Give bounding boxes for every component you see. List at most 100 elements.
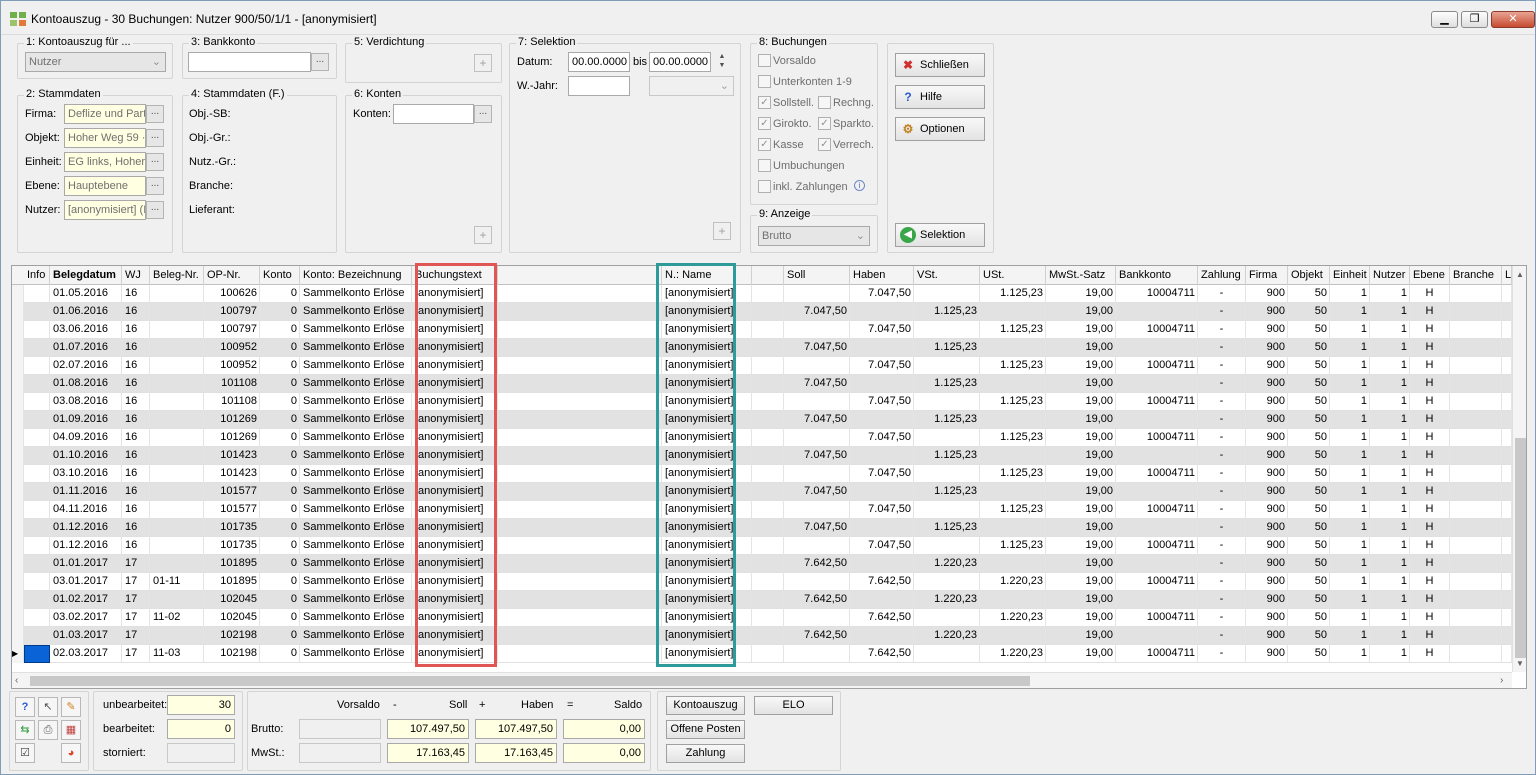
column-header[interactable] <box>498 266 662 285</box>
bankkonto-browse-button[interactable]: ... <box>311 53 329 71</box>
info-icon[interactable]: i <box>854 180 865 191</box>
row-selector[interactable] <box>12 627 24 645</box>
row-selector[interactable] <box>12 411 24 429</box>
vorsaldo-checkbox[interactable] <box>758 54 771 67</box>
row-selector[interactable] <box>12 285 24 303</box>
row-selector[interactable] <box>12 303 24 321</box>
column-header[interactable]: OP-Nr. <box>204 266 260 285</box>
printer-icon[interactable]: ⎙ <box>38 720 58 740</box>
ebene-browse-button[interactable]: ... <box>146 177 164 195</box>
row-selector[interactable] <box>12 429 24 447</box>
table-row[interactable]: ▶ 02.03.2017 17 11-03 102198 0 Sammelkonto Erl… <box>12 645 1512 663</box>
column-header[interactable]: Bankkonto <box>1116 266 1198 285</box>
table-row[interactable]: 01.12.2016 16 101735 0 Sammelkonto Erlöse [an… <box>12 519 1512 537</box>
column-header[interactable]: L <box>1502 266 1512 285</box>
help-icon[interactable]: ? <box>15 697 35 717</box>
column-header[interactable]: MwSt.-Satz <box>1046 266 1116 285</box>
inkl-zahlungen-checkbox[interactable] <box>758 180 771 193</box>
column-header[interactable]: USt. <box>980 266 1046 285</box>
konten-browse-button[interactable]: ... <box>474 105 492 123</box>
row-selector[interactable] <box>12 591 24 609</box>
table-row[interactable]: 03.02.2017 17 11-02 102045 0 Sammelkonto Erlö… <box>12 609 1512 627</box>
table-row[interactable]: 04.09.2016 16 101269 0 Sammelkonto Erlöse [an… <box>12 429 1512 447</box>
kontoauszug-fuer-select[interactable]: Nutzer ⌄ <box>25 52 166 72</box>
row-selector[interactable] <box>12 501 24 519</box>
scroll-up-icon[interactable]: ▲ <box>1516 270 1524 279</box>
rechng-checkbox[interactable] <box>818 96 831 109</box>
schliessen-button[interactable]: ✖ Schließen <box>895 53 985 77</box>
table-row[interactable]: 02.07.2016 16 100952 0 Sammelkonto Erlöse [an… <box>12 357 1512 375</box>
row-selector[interactable] <box>12 393 24 411</box>
pointer-icon[interactable]: ↖ <box>38 697 58 717</box>
scroll-down-icon[interactable]: ▼ <box>1516 659 1524 668</box>
table-row[interactable]: 03.01.2017 17 01-11 101895 0 Sammelkonto Erlö… <box>12 573 1512 591</box>
table-row[interactable]: 01.10.2016 16 101423 0 Sammelkonto Erlöse [an… <box>12 447 1512 465</box>
close-button[interactable]: ✕ <box>1491 11 1535 28</box>
column-header[interactable]: Einheit <box>1330 266 1370 285</box>
minimize-button[interactable]: ▁ <box>1431 11 1458 28</box>
scroll-thumb[interactable] <box>30 676 1030 686</box>
objekt-browse-button[interactable]: ... <box>146 129 164 147</box>
scroll-right-icon[interactable]: › <box>1500 675 1503 686</box>
table-row[interactable]: 01.05.2016 16 100626 0 Sammelkonto Erlöse [an… <box>12 285 1512 303</box>
table-row[interactable]: 01.06.2016 16 100797 0 Sammelkonto Erlöse [an… <box>12 303 1512 321</box>
elo-button[interactable]: ELO <box>754 696 833 715</box>
column-header[interactable]: Ebene <box>1410 266 1450 285</box>
table-row[interactable]: 01.03.2017 17 102198 0 Sammelkonto Erlöse [an… <box>12 627 1512 645</box>
umbuchungen-checkbox[interactable] <box>758 159 771 172</box>
kasse-checkbox[interactable]: ✓ <box>758 138 771 151</box>
row-selector[interactable] <box>12 483 24 501</box>
unterkonten-checkbox[interactable] <box>758 75 771 88</box>
verrech-checkbox[interactable]: ✓ <box>818 138 831 151</box>
optionen-button[interactable]: ⚙ Optionen <box>895 117 985 141</box>
table-row[interactable]: 03.10.2016 16 101423 0 Sammelkonto Erlöse [an… <box>12 465 1512 483</box>
offene-posten-button[interactable]: Offene Posten <box>666 720 745 739</box>
column-header[interactable]: WJ <box>122 266 150 285</box>
bookings-grid[interactable]: Info Belegdatum WJ Beleg-Nr. OP-Nr. Konto Kont… <box>11 265 1527 689</box>
scroll-left-icon[interactable]: ‹ <box>15 675 18 686</box>
einheit-field[interactable]: EG links, Hoher <box>64 152 146 172</box>
girokto-checkbox[interactable]: ✓ <box>758 117 771 130</box>
restore-button[interactable]: ❐ <box>1461 11 1488 28</box>
konten-field[interactable] <box>393 104 474 124</box>
vertical-scrollbar[interactable]: ▲ ▼ <box>1512 266 1526 672</box>
table-row[interactable]: 01.07.2016 16 100952 0 Sammelkonto Erlöse [an… <box>12 339 1512 357</box>
table-row[interactable]: 01.01.2017 17 101895 0 Sammelkonto Erlöse [an… <box>12 555 1512 573</box>
table-row[interactable]: 01.02.2017 17 102045 0 Sammelkonto Erlöse [an… <box>12 591 1512 609</box>
table-icon[interactable]: ▦ <box>61 720 81 740</box>
bankkonto-field[interactable] <box>188 52 311 72</box>
sparkto-checkbox[interactable]: ✓ <box>818 117 831 130</box>
scroll-thumb[interactable] <box>1515 438 1526 658</box>
column-header[interactable]: Nutzer <box>1370 266 1410 285</box>
column-header[interactable]: Beleg-Nr. <box>150 266 204 285</box>
datum-from-field[interactable]: 00.00.0000 <box>568 52 630 72</box>
table-row[interactable]: 01.12.2016 16 101735 0 Sammelkonto Erlöse [an… <box>12 537 1512 555</box>
datum-to-field[interactable]: 00.00.0000 <box>649 52 711 72</box>
column-header[interactable]: VSt. <box>914 266 980 285</box>
nutzer-browse-button[interactable]: ... <box>146 201 164 219</box>
row-selector[interactable] <box>12 339 24 357</box>
column-header[interactable]: Soll <box>784 266 850 285</box>
firma-field[interactable]: Deflize und Part <box>64 104 146 124</box>
wjahr-field[interactable] <box>568 76 630 96</box>
selektion-button[interactable]: ◀ Selektion <box>895 223 985 247</box>
sollstell-checkbox[interactable]: ✓ <box>758 96 771 109</box>
row-selector[interactable] <box>12 447 24 465</box>
zahlung-button[interactable]: Zahlung <box>666 744 745 763</box>
table-row[interactable]: 01.11.2016 16 101577 0 Sammelkonto Erlöse [an… <box>12 483 1512 501</box>
table-row[interactable]: 01.08.2016 16 101108 0 Sammelkonto Erlöse [an… <box>12 375 1512 393</box>
selektion-add-button[interactable]: + <box>713 222 731 240</box>
konten-add-button[interactable]: + <box>474 226 492 244</box>
pencil-icon[interactable]: ✎ <box>61 697 81 717</box>
column-header[interactable]: Info <box>24 266 50 285</box>
horizontal-scrollbar[interactable]: ‹ › <box>12 672 1512 688</box>
chart-icon[interactable]: ◕ <box>61 743 81 763</box>
row-selector[interactable] <box>12 573 24 591</box>
table-row[interactable]: 03.06.2016 16 100797 0 Sammelkonto Erlöse [an… <box>12 321 1512 339</box>
column-header[interactable]: Objekt <box>1288 266 1330 285</box>
hilfe-button[interactable]: ? Hilfe <box>895 85 985 109</box>
row-selector[interactable] <box>12 609 24 627</box>
kontoauszug-button[interactable]: Kontoauszug <box>666 696 745 715</box>
row-selector[interactable]: ▶ <box>12 645 24 663</box>
objekt-field[interactable]: Hoher Weg 59 · <box>64 128 146 148</box>
